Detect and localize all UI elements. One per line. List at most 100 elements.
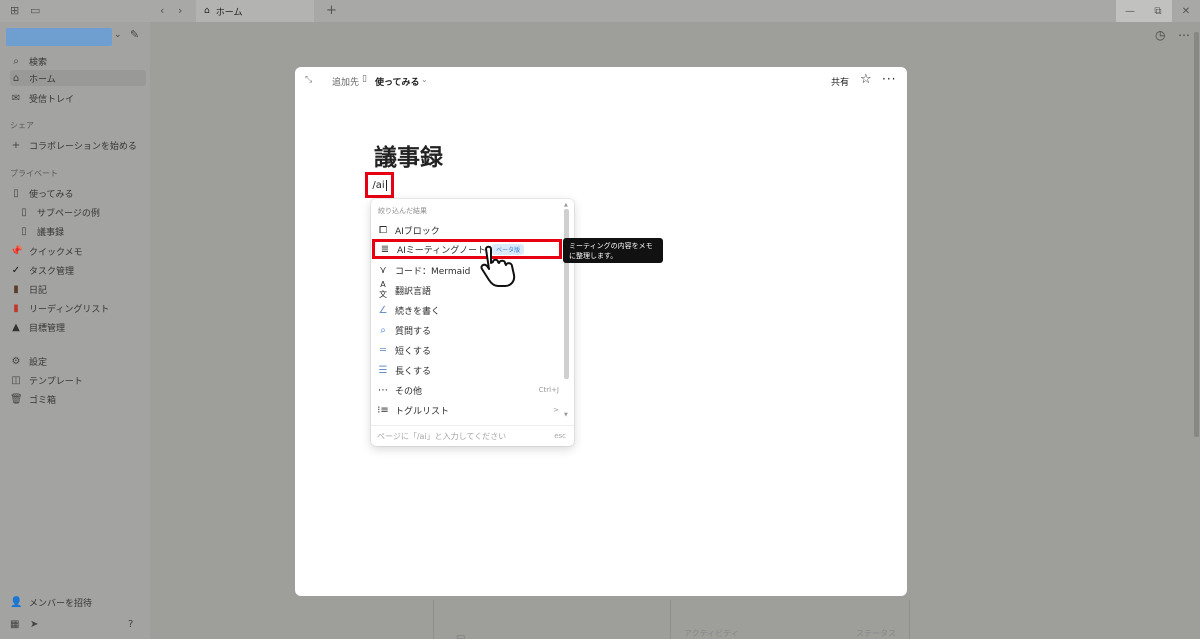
sidebar-item-page[interactable]: ▮ リーディングリスト	[10, 300, 146, 316]
back-icon[interactable]: ‹	[160, 4, 164, 17]
menu-item-mermaid[interactable]: ⋎ コード：Mermaid	[377, 261, 563, 279]
esc-hint: esc	[554, 432, 566, 440]
menu-item-label: コード：Mermaid	[395, 266, 471, 277]
workspace-name-redacted[interactable]	[6, 28, 112, 46]
menu-header: 絞り込んだ結果	[378, 207, 427, 215]
mountain-icon: ▲	[12, 321, 20, 333]
page-title[interactable]: 議事録	[374, 138, 443, 172]
shortcut-label: >	[553, 406, 559, 414]
command-input-text: /ai	[372, 179, 385, 191]
chevron-down-icon[interactable]: ⌄	[114, 30, 122, 40]
home-icon: ⌂	[204, 6, 210, 16]
sidebar-item-label: ゴミ箱	[29, 395, 57, 406]
ai-block-icon: ⧠	[379, 224, 387, 236]
menu-scrollbar[interactable]	[564, 209, 569, 379]
share-button[interactable]: 共有	[831, 75, 849, 88]
menu-item-continue-writing[interactable]: ∠ 続きを書く	[377, 301, 563, 319]
sidebar-item-label: メンバーを招待	[29, 598, 93, 609]
sidebar-item-page[interactable]: 📌 クイックメモ	[10, 243, 146, 259]
sidebar-item-label: サブページの例	[37, 208, 100, 219]
breadcrumb-add-to[interactable]: 追加先	[332, 75, 359, 88]
inbox-icon: ✉	[11, 92, 21, 104]
forward-icon[interactable]: ›	[178, 4, 182, 17]
sidebar-item-label: ホーム	[29, 74, 56, 85]
sidebar-item-page[interactable]: ▯ サブページの例	[18, 204, 154, 220]
menu-item-toggle-list[interactable]: ⁝≡ トグルリスト >	[377, 401, 563, 419]
toggle-list-icon: ⁝≡	[377, 404, 389, 416]
more-options-icon[interactable]: ⋯	[1178, 28, 1190, 42]
sidebar-item-label: 設定	[29, 357, 48, 368]
help-icon[interactable]: ?	[128, 619, 133, 630]
menu-item-label: 短くする	[395, 346, 432, 357]
template-icon: ◫	[11, 374, 21, 386]
sidebar-item-home[interactable]: ⌂ ホーム	[10, 70, 146, 86]
close-button[interactable]: ✕	[1172, 0, 1200, 22]
command-input[interactable]: /ai	[365, 172, 394, 198]
pin-icon: 📌	[10, 245, 23, 257]
star-icon[interactable]: ☆	[860, 72, 872, 87]
page-icon: ▯	[21, 206, 27, 218]
title-bar: ⊞ ▭ ‹ › ⌂ ホーム + — ⧉ ✕	[0, 0, 1200, 22]
sidebar-item-templates[interactable]: ◫ テンプレート	[10, 372, 146, 388]
sidebar-item-label: 使ってみる	[29, 189, 74, 200]
send-icon[interactable]: ➤	[30, 619, 38, 630]
sidebar-item-settings[interactable]: ⚙ 設定	[10, 353, 146, 369]
menu-item-lengthen[interactable]: ☰ 長くする	[377, 361, 563, 379]
maximize-button[interactable]: ⧉	[1144, 0, 1172, 22]
sidebar-item-search[interactable]: ⌕ 検索	[10, 53, 146, 69]
sidebar-item-label: 受信トレイ	[29, 94, 75, 105]
minimize-button[interactable]: —	[1116, 0, 1144, 22]
sidebar-item-page[interactable]: ▯ 使ってみる	[10, 185, 146, 201]
sidebar-item-inbox[interactable]: ✉ 受信トレイ	[10, 90, 146, 106]
menu-item-ask[interactable]: ⌕ 質問する	[377, 321, 563, 339]
history-icon[interactable]: ◷	[1155, 28, 1165, 42]
sidebar-item-page[interactable]: ▯ 議事録	[18, 223, 154, 239]
more-options-icon[interactable]: ···	[882, 72, 896, 86]
hand-pointer-icon	[480, 245, 516, 287]
app-menu-icon[interactable]: ⊞	[10, 4, 19, 17]
check-icon: ✓	[11, 264, 21, 276]
sidebar-item-start-collab[interactable]: + コラボレーションを始める	[10, 137, 146, 153]
menu-item-shorten[interactable]: ═ 短くする	[377, 341, 563, 359]
background-status-label: ステータス	[856, 629, 896, 638]
sidebar: ⌄ ✎ ⌕ 検索 ⌂ ホーム ✉ 受信トレイ シェア + コラボレーションを始め…	[0, 22, 150, 639]
mermaid-icon: ⋎	[379, 264, 387, 276]
page-icon: ▯	[21, 225, 27, 237]
add-member-icon: 👤	[10, 596, 23, 608]
sidebar-item-page[interactable]: ✓ タスク管理	[10, 262, 146, 278]
sidebar-item-label: クイックメモ	[29, 247, 83, 258]
menu-footer-hint: ページに「/ai」と入力してください	[377, 432, 507, 441]
scroll-up-icon[interactable]: ▲	[564, 202, 568, 208]
menu-item-label: 続きを書く	[395, 306, 441, 317]
sidebar-item-page[interactable]: ▲ 目標管理	[10, 319, 146, 335]
new-page-icon[interactable]: ✎	[130, 28, 139, 41]
text-cursor	[385, 179, 387, 191]
sidebar-item-label: テンプレート	[29, 376, 83, 387]
chevron-down-icon[interactable]: ⌄	[421, 75, 428, 84]
meeting-notes-icon: ≣	[380, 243, 390, 255]
breadcrumb-page[interactable]: 使ってみる	[375, 75, 420, 88]
sidebar-item-invite[interactable]: 👤 メンバーを招待	[10, 594, 146, 610]
sidebar-item-label: コラボレーションを始める	[29, 141, 137, 152]
book-icon: ▮	[13, 283, 19, 295]
search-icon: ⌕	[380, 324, 386, 336]
menu-item-more[interactable]: ⋯ その他 Ctrl+J	[377, 381, 563, 399]
background-panel: ▭ アクティビティ ステータス	[433, 600, 910, 639]
sidebar-item-trash[interactable]: 🗑 ゴミ箱	[10, 391, 146, 407]
new-tab-button[interactable]: +	[326, 3, 337, 18]
main-scrollbar[interactable]	[1194, 32, 1199, 437]
menu-item-label: その他	[395, 386, 423, 397]
page-modal: ⤡ 追加先 ▯ 使ってみる ⌄ 共有 ☆ ··· 議事録 /ai 絞り込んだ結果…	[295, 67, 907, 596]
menu-item-ai-meeting-notes[interactable]: ≣ AIミーティングノート ベータ版	[372, 239, 562, 259]
scroll-down-icon[interactable]: ▼	[564, 412, 568, 418]
expand-icon[interactable]: ⤡	[305, 75, 312, 85]
calendar-icon[interactable]: ▦	[10, 619, 19, 630]
lengthen-icon: ☰	[378, 364, 388, 376]
sidebar-item-page[interactable]: ▮ 日記	[10, 281, 146, 297]
menu-item-translate[interactable]: A文 翻訳言語	[377, 280, 563, 299]
sidebar-toggle-icon[interactable]: ▭	[30, 4, 40, 17]
menu-item-ai-block[interactable]: ⧠ AIブロック	[377, 221, 563, 239]
tab-home[interactable]: ⌂ ホーム	[196, 0, 314, 22]
sidebar-item-label: リーディングリスト	[29, 304, 110, 315]
page-icon: ▯	[13, 187, 19, 199]
